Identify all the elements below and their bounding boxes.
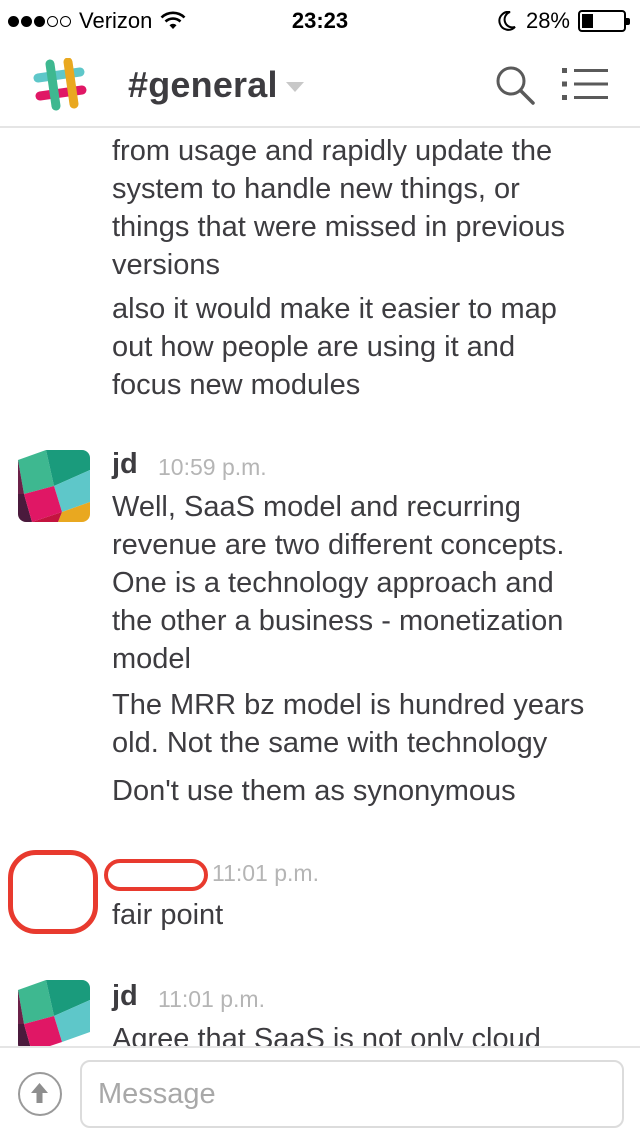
redacted-author bbox=[104, 859, 208, 891]
message-line: things that were missed in previous bbox=[112, 211, 565, 243]
message-input[interactable] bbox=[80, 1060, 624, 1128]
message-line: system to handle new things, or bbox=[112, 173, 520, 205]
message-text: Agree that SaaS is not only cloud bbox=[112, 1023, 541, 1046]
message-line: model bbox=[112, 643, 191, 675]
channel-header: #general bbox=[0, 40, 640, 128]
message-timestamp: 11:01 p.m. bbox=[158, 986, 265, 1012]
status-bar: Verizon 23:23 28% bbox=[0, 0, 640, 40]
redacted-avatar bbox=[8, 850, 98, 934]
message-text: also it would make it easier to map out … bbox=[112, 290, 624, 404]
menu-icon[interactable] bbox=[560, 66, 610, 102]
message-line: out how people are using it and bbox=[112, 331, 516, 363]
message-text: The MRR bz model is hundred years old. N… bbox=[112, 686, 624, 762]
upload-button[interactable] bbox=[18, 1072, 62, 1116]
message-line: One is a technology approach and bbox=[112, 567, 554, 599]
message-line: focus new modules bbox=[112, 369, 361, 401]
message-text: Don't use them as synonymous bbox=[112, 775, 516, 807]
message-line: versions bbox=[112, 249, 220, 281]
message-composer bbox=[0, 1046, 640, 1136]
message-text: Well, SaaS model and recurring revenue a… bbox=[112, 488, 624, 678]
message-text: from usage and rapidly update the system… bbox=[112, 132, 624, 284]
status-right: 28% bbox=[498, 8, 630, 34]
slack-logo-icon[interactable] bbox=[30, 58, 90, 112]
message-timestamp: 10:59 p.m. bbox=[158, 454, 267, 480]
search-icon[interactable] bbox=[494, 64, 536, 106]
battery-percent: 28% bbox=[525, 8, 570, 33]
arrow-up-icon bbox=[31, 1083, 48, 1103]
battery-level bbox=[582, 14, 593, 28]
battery-icon bbox=[578, 10, 630, 32]
message-author[interactable]: jd bbox=[112, 980, 138, 1013]
message-list[interactable]: from usage and rapidly update the system… bbox=[0, 130, 640, 1046]
message-line: from usage and rapidly update the bbox=[112, 135, 553, 167]
channel-title[interactable]: #general bbox=[128, 64, 278, 106]
message-line: the other a business - monetization bbox=[112, 605, 564, 637]
message-line: also it would make it easier to map bbox=[112, 293, 557, 325]
message-author[interactable]: jd bbox=[112, 448, 138, 481]
message-line: The MRR bz model is hundred years bbox=[112, 689, 585, 721]
message-line: old. Not the same with technology bbox=[112, 727, 548, 759]
message-timestamp: 11:01 p.m. bbox=[212, 860, 319, 886]
message-line: revenue are two different concepts. bbox=[112, 529, 565, 561]
message-line: Well, SaaS model and recurring bbox=[112, 491, 521, 523]
chevron-down-icon[interactable] bbox=[286, 82, 304, 92]
message-text: fair point bbox=[112, 899, 224, 931]
avatar[interactable] bbox=[18, 980, 90, 1046]
avatar[interactable] bbox=[18, 450, 90, 522]
do-not-disturb-moon-icon bbox=[498, 11, 516, 31]
